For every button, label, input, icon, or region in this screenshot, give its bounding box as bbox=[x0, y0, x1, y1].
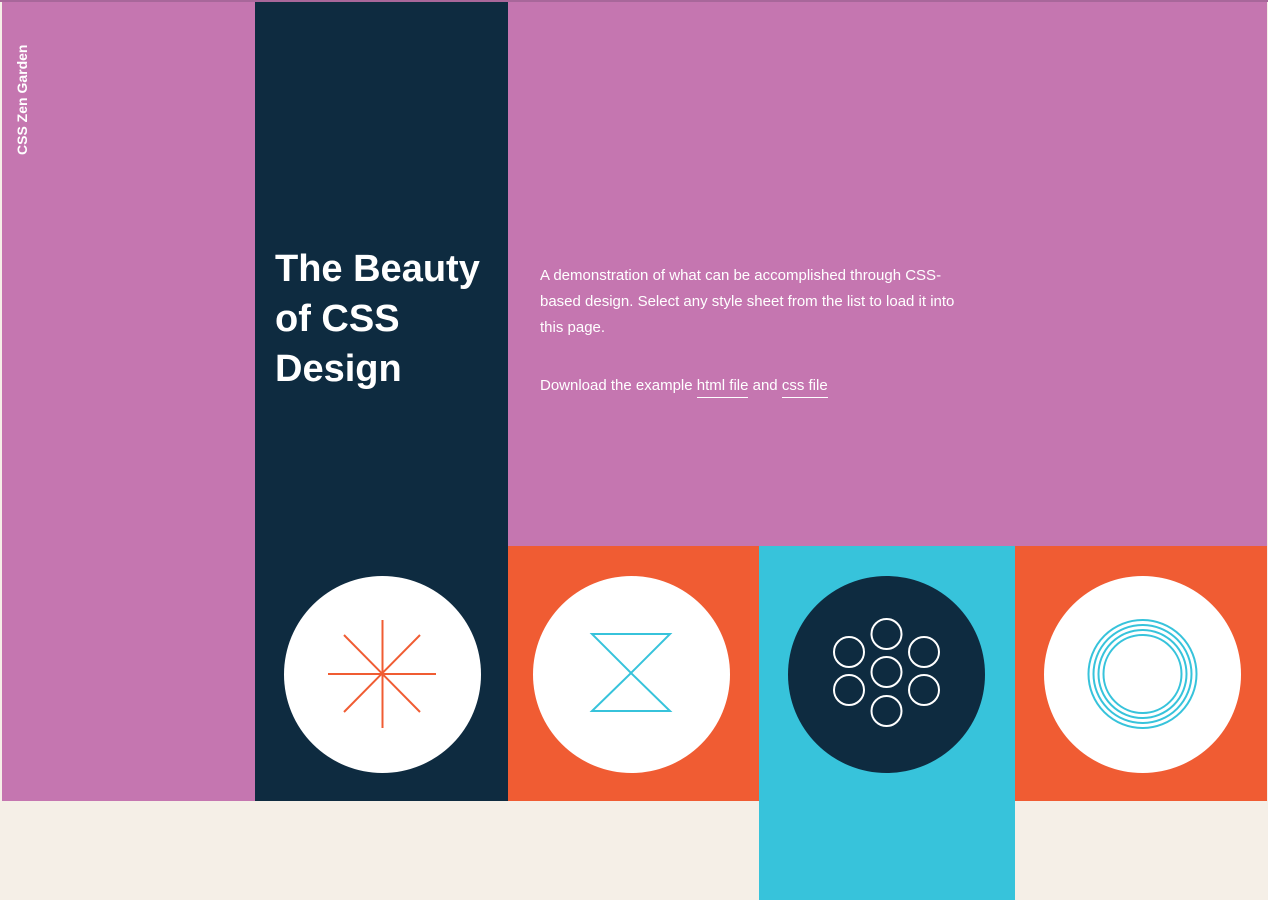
html-file-link[interactable]: html file bbox=[696, 377, 749, 398]
intro-text: A demonstration of what can be accomplis… bbox=[540, 267, 955, 336]
hourglass-icon bbox=[589, 633, 673, 712]
page-title: The Beauty of CSS Design bbox=[275, 248, 480, 390]
concentric-rings-icon bbox=[1087, 619, 1198, 729]
download-conjunction: and bbox=[752, 377, 778, 394]
download-line: Download the example html file and css f… bbox=[540, 373, 965, 399]
flower-badge bbox=[788, 576, 985, 773]
asterisk-icon bbox=[328, 620, 436, 728]
hourglass-badge bbox=[533, 576, 730, 773]
seven-circles-icon bbox=[833, 618, 940, 727]
asterisk-badge bbox=[284, 576, 481, 773]
site-name: CSS Zen Garden bbox=[14, 44, 30, 155]
left-pink-panel bbox=[2, 2, 255, 801]
download-prefix: Download the example bbox=[540, 377, 693, 394]
rings-badge bbox=[1044, 576, 1241, 773]
css-file-link[interactable]: css file bbox=[781, 377, 828, 398]
page: CSS Zen Garden The Beauty of CSS Design … bbox=[0, 0, 1268, 900]
